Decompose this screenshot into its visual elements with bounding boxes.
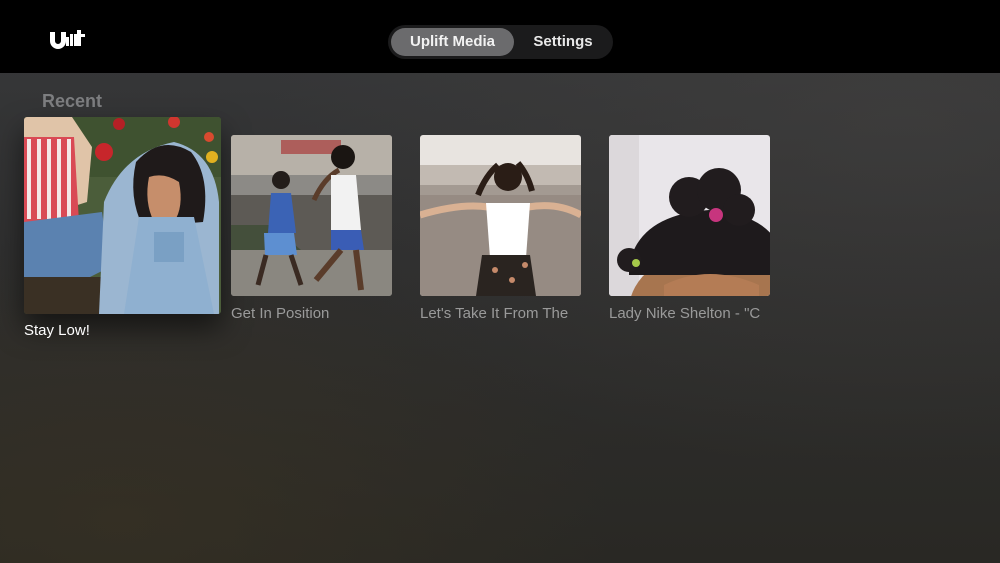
section-title-recent: Recent bbox=[42, 91, 103, 111]
media-card-lets-take-it-from-the[interactable]: Let's Take It From The bbox=[420, 135, 581, 330]
media-card-get-in-position[interactable]: Get In Position bbox=[231, 135, 392, 330]
top-bar: Uplift Media Settings bbox=[0, 0, 1000, 73]
tab-bar: Uplift Media Settings bbox=[388, 25, 613, 59]
media-caption: Get In Position bbox=[231, 305, 330, 322]
media-thumbnail bbox=[231, 135, 392, 296]
media-caption: Stay Low! bbox=[24, 322, 90, 339]
media-thumbnail bbox=[24, 117, 221, 314]
media-thumbnail bbox=[609, 135, 770, 296]
uplift-logo-icon bbox=[48, 28, 86, 50]
media-card-lady-nike-shelton[interactable]: Lady Nike Shelton - "C bbox=[609, 135, 770, 330]
tab-settings[interactable]: Settings bbox=[516, 28, 610, 56]
media-thumbnail bbox=[420, 135, 581, 296]
media-caption: Lady Nike Shelton - "C bbox=[609, 305, 761, 322]
media-card-stay-low[interactable]: Stay Low! bbox=[24, 117, 221, 347]
media-caption: Let's Take It From The bbox=[420, 305, 569, 322]
tab-uplift-media[interactable]: Uplift Media bbox=[391, 28, 514, 56]
